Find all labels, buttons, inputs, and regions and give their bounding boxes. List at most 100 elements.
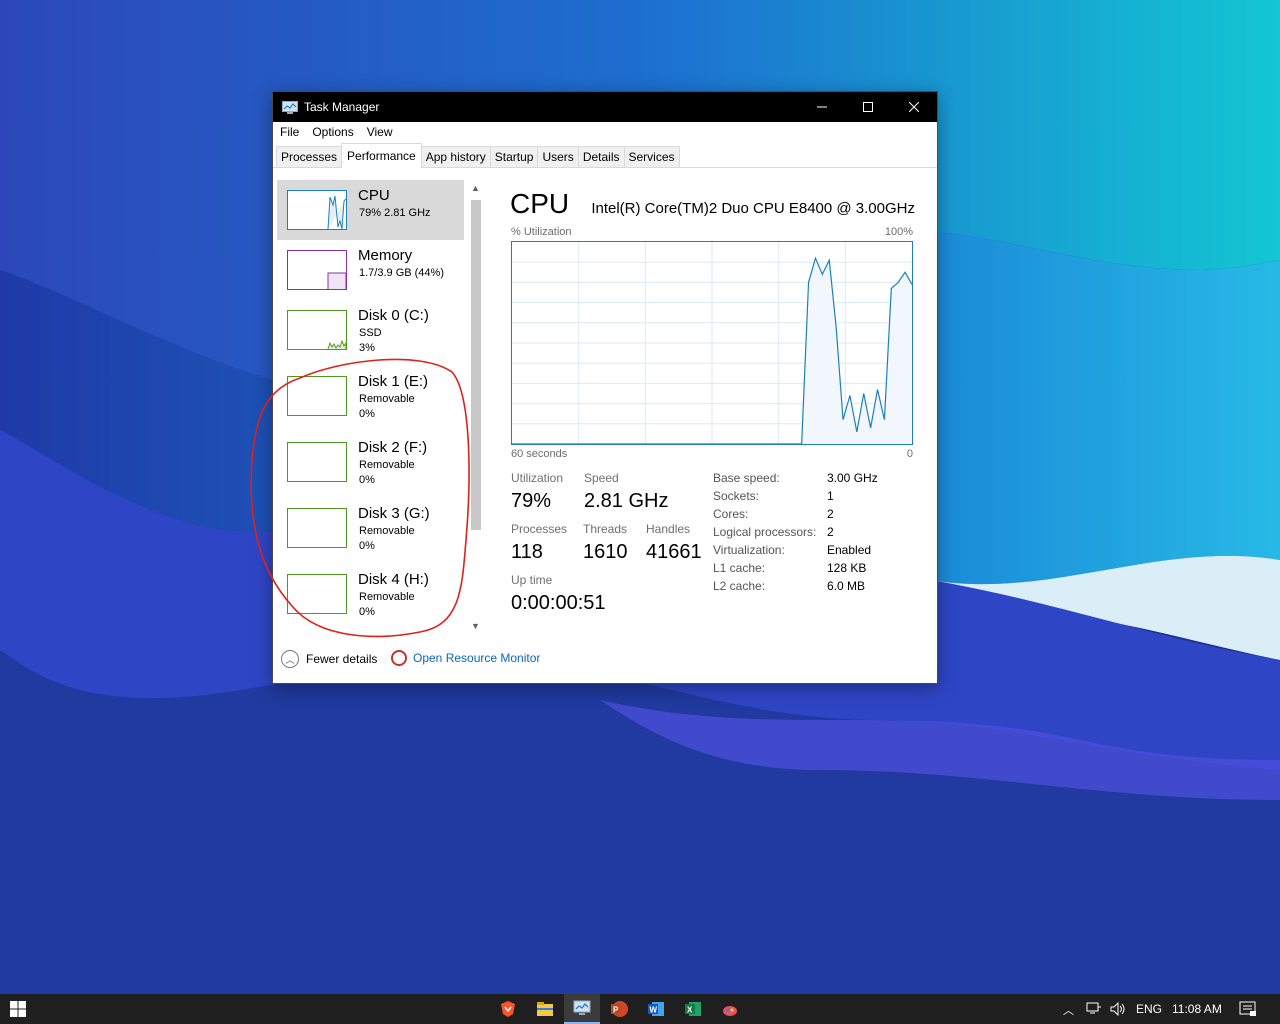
sidebar-item-sub: Removable: [359, 459, 415, 471]
svg-text:P: P: [613, 1006, 619, 1015]
tab-startup[interactable]: Startup: [489, 146, 539, 167]
tab-services[interactable]: Services: [623, 146, 680, 167]
disk4-thumbnail-graph: [287, 574, 347, 614]
action-center-icon[interactable]: [1239, 1001, 1257, 1017]
sidebar-item-sub: 1.7/3.9 GB (44%): [359, 267, 444, 279]
scrollbar-thumb[interactable]: [471, 200, 481, 530]
sidebar-item-label: Disk 0 (C:): [358, 307, 429, 324]
sidebar-item-sub: 79% 2.81 GHz: [359, 207, 431, 219]
chevron-up-icon: ︿: [281, 650, 299, 668]
disk3-thumbnail-graph: [287, 508, 347, 548]
logical-processors-label: Logical processors:: [713, 525, 817, 539]
l2-cache-value: 6.0 MB: [827, 579, 866, 593]
network-icon[interactable]: [1086, 1002, 1102, 1016]
minimize-button[interactable]: [799, 92, 845, 122]
clock[interactable]: 11:08 AM: [1172, 1002, 1222, 1016]
maximize-icon: [863, 102, 873, 112]
base-speed-value: 3.00 GHz: [827, 471, 878, 485]
fewer-details-label: Fewer details: [306, 652, 378, 666]
language-indicator[interactable]: ENG: [1136, 1002, 1162, 1016]
sidebar-item-disk-4[interactable]: Disk 4 (H:) Removable 0%: [277, 564, 464, 624]
sidebar-item-sub: Removable: [359, 525, 415, 537]
uptime-label: Up time: [511, 573, 553, 587]
disk0-thumbnail-graph: [287, 310, 347, 350]
show-hidden-icons-icon[interactable]: ︿: [1063, 1002, 1074, 1018]
open-resource-monitor-link[interactable]: Open Resource Monitor: [391, 650, 540, 666]
resource-monitor-icon: [391, 650, 407, 666]
cpu-thumbnail-chart: [327, 195, 347, 230]
handles-label: Handles: [646, 522, 691, 536]
utilization-label: Utilization: [511, 471, 564, 485]
paint-taskbar-button[interactable]: [712, 994, 748, 1024]
task-manager-icon: [573, 1000, 591, 1015]
sidebar-item-disk-1[interactable]: Disk 1 (E:) Removable 0%: [277, 366, 464, 426]
brave-icon: [501, 1001, 515, 1017]
footer-bar: ︿ Fewer details Open Resource Monitor: [273, 647, 937, 681]
minimize-icon: [817, 106, 827, 108]
cpu-utilization-graph: [511, 241, 913, 445]
processes-value: 118: [511, 541, 543, 563]
l1-cache-label: L1 cache:: [713, 561, 766, 575]
svg-text:X: X: [687, 1006, 693, 1015]
sidebar-item-disk-2[interactable]: Disk 2 (F:) Removable 0%: [277, 432, 464, 492]
sidebar-item-label: Disk 2 (F:): [358, 439, 428, 456]
start-button[interactable]: [0, 994, 36, 1024]
sidebar-item-label: Disk 1 (E:): [358, 373, 429, 390]
graph-time-label: 60 seconds: [511, 448, 568, 460]
word-taskbar-button[interactable]: W: [638, 994, 674, 1024]
sidebar-item-disk-0[interactable]: Disk 0 (C:) SSD 3%: [277, 300, 464, 360]
sidebar-item-memory[interactable]: Memory 1.7/3.9 GB (44%): [277, 240, 464, 300]
utilization-value: 79%: [511, 490, 552, 512]
file-explorer-taskbar-button[interactable]: [527, 994, 563, 1024]
scroll-down-icon[interactable]: ▼: [471, 621, 480, 631]
excel-taskbar-button[interactable]: X: [675, 994, 711, 1024]
graph-max-label: 100%: [884, 226, 913, 238]
virtualization-value: Enabled: [827, 543, 872, 557]
resource-monitor-label: Open Resource Monitor: [413, 651, 541, 665]
cpu-detail-panel: CPU Intel(R) Core(TM)2 Duo CPU E8400 @ 3…: [485, 180, 937, 635]
resource-list: CPU 79% 2.81 GHz Memory 1.7/3.9 GB (44%)…: [276, 180, 464, 635]
sidebar-item-label: Disk 3 (G:): [358, 505, 430, 522]
processes-label: Processes: [511, 522, 568, 536]
volume-icon[interactable]: [1110, 1002, 1126, 1016]
sidebar-item-label: CPU: [358, 187, 390, 204]
powerpoint-icon: P: [611, 1001, 628, 1017]
tab-users[interactable]: Users: [537, 146, 579, 167]
threads-value: 1610: [583, 541, 628, 563]
speed-label: Speed: [584, 471, 619, 485]
uptime-value: 0:00:00:51: [511, 592, 606, 614]
tab-bar: Processes Performance App history Startu…: [273, 142, 937, 168]
powerpoint-taskbar-button[interactable]: P: [601, 994, 637, 1024]
cores-value: 2: [827, 507, 834, 521]
cpu-utilization-chart: [512, 242, 913, 445]
sidebar-item-usage: 0%: [359, 474, 375, 486]
paint-icon: [723, 1006, 737, 1016]
menu-view[interactable]: View: [367, 125, 393, 139]
tab-performance[interactable]: Performance: [341, 143, 422, 168]
virtualization-label: Virtualization:: [713, 543, 785, 557]
svg-text:W: W: [650, 1006, 658, 1015]
tab-app-history[interactable]: App history: [420, 146, 491, 167]
base-speed-label: Base speed:: [713, 471, 780, 485]
sidebar-item-cpu[interactable]: CPU 79% 2.81 GHz: [277, 180, 464, 240]
sidebar-item-label: Disk 4 (H:): [358, 571, 429, 588]
sidebar-item-usage: 3%: [359, 342, 375, 354]
close-button[interactable]: [891, 92, 937, 122]
tab-processes[interactable]: Processes: [276, 146, 343, 167]
sidebar-item-usage: 0%: [359, 606, 375, 618]
menu-file[interactable]: File: [280, 125, 299, 139]
menu-options[interactable]: Options: [312, 125, 353, 139]
brave-taskbar-button[interactable]: [490, 994, 526, 1024]
fewer-details-button[interactable]: ︿ Fewer details: [281, 650, 377, 668]
file-explorer-icon: [537, 1002, 553, 1016]
tab-details[interactable]: Details: [577, 146, 625, 167]
sidebar-item-disk-3[interactable]: Disk 3 (G:) Removable 0%: [277, 498, 464, 558]
memory-thumbnail-chart: [327, 272, 347, 289]
scroll-up-icon[interactable]: ▲: [471, 183, 480, 193]
maximize-button[interactable]: [845, 92, 891, 122]
sidebar-scrollbar[interactable]: ▲ ▼: [469, 180, 483, 635]
disk2-thumbnail-graph: [287, 442, 347, 482]
title-bar[interactable]: Task Manager: [273, 92, 937, 122]
sidebar-item-sub: Removable: [359, 393, 415, 405]
task-manager-taskbar-button[interactable]: [564, 994, 600, 1024]
